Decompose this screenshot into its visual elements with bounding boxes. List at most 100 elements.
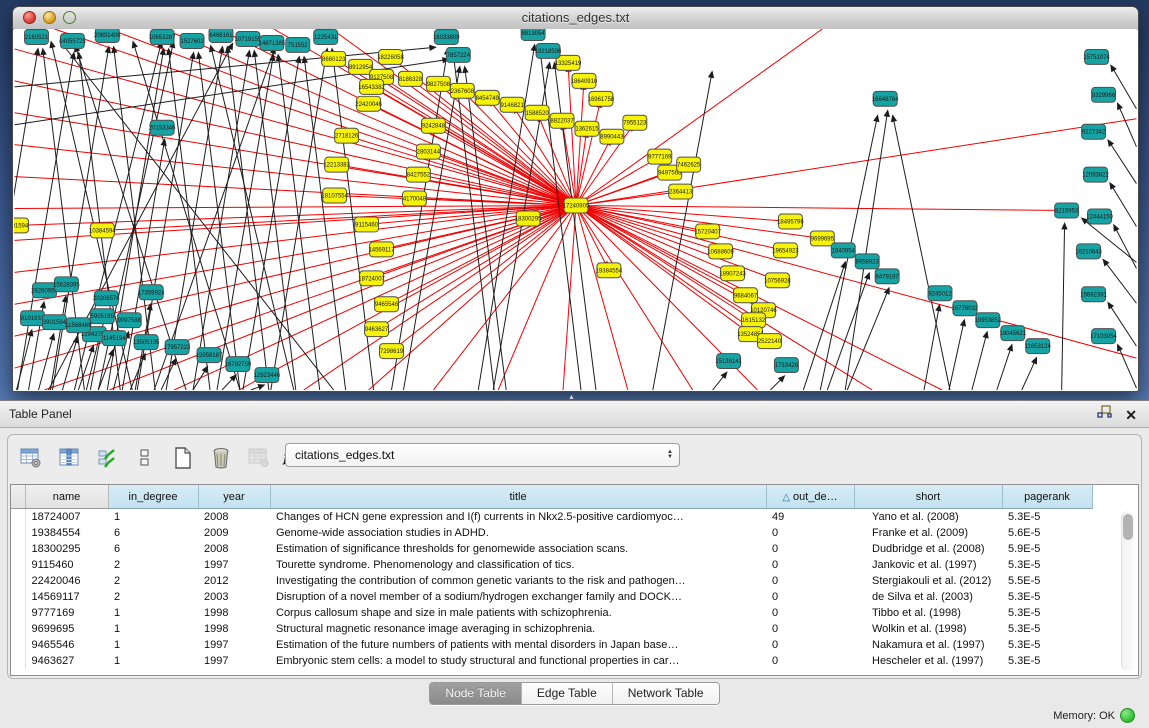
cell-in_degree[interactable]: 1	[108, 621, 198, 637]
column-header-year[interactable]: year	[198, 485, 270, 509]
tab-edge-table[interactable]: Edge Table	[522, 683, 613, 704]
table-scrollbar-thumb[interactable]	[1123, 514, 1133, 540]
cell-name[interactable]: 22420046	[25, 573, 108, 589]
table-row[interactable]: 1830029562008Estimation of significance …	[11, 541, 1092, 557]
cell-in_degree[interactable]: 6	[108, 541, 198, 557]
cell-name[interactable]: 9777169	[25, 605, 108, 621]
cell-name[interactable]: 9463627	[25, 653, 108, 669]
clear-selection-icon[interactable]	[132, 445, 158, 471]
cell-title[interactable]: Estimation of significance thresholds fo…	[270, 541, 766, 557]
cell-in_degree[interactable]: 2	[108, 573, 198, 589]
close-panel-icon[interactable]: ✕	[1125, 407, 1137, 423]
cell-short[interactable]: Tibbo et al. (1998)	[854, 605, 1002, 621]
cell-in_degree[interactable]: 1	[108, 605, 198, 621]
cell-short[interactable]: de Silva et al. (2003)	[854, 589, 1002, 605]
column-header-out_degree[interactable]: △out_de…	[766, 485, 854, 509]
table-row[interactable]: 2242004622012Investigating the contribut…	[11, 573, 1092, 589]
tab-node-table[interactable]: Node Table	[430, 683, 522, 704]
table-row[interactable]: 946554611997Estimation of the future num…	[11, 637, 1092, 653]
cell-short[interactable]: Wolkin et al. (1998)	[854, 621, 1002, 637]
column-header-name[interactable]: name	[25, 485, 108, 509]
cell-short[interactable]: Yano et al. (2008)	[854, 509, 1002, 526]
table-row[interactable]: 1938455462009Genome-wide association stu…	[11, 525, 1092, 541]
cell-pagerank[interactable]: 5.3E-5	[1002, 589, 1092, 605]
cell-out_degree[interactable]: 0	[766, 605, 854, 621]
cell-in_degree[interactable]: 1	[108, 509, 198, 526]
cell-year[interactable]: 2008	[198, 509, 270, 526]
cell-title[interactable]: Investigating the contribution of common…	[270, 573, 766, 589]
delete-entries-icon[interactable]	[208, 445, 234, 471]
cell-short[interactable]: Franke et al. (2009)	[854, 525, 1002, 541]
cell-year[interactable]: 2012	[198, 573, 270, 589]
cell-pagerank[interactable]: 5.3E-5	[1002, 653, 1092, 669]
cell-title[interactable]: Genome-wide association studies in ADHD.	[270, 525, 766, 541]
cell-title[interactable]: Tourette syndrome. Phenomenology and cla…	[270, 557, 766, 573]
table-row[interactable]: 977716911998Corpus callosum shape and si…	[11, 605, 1092, 621]
cell-name[interactable]: 19384554	[25, 525, 108, 541]
select-all-icon[interactable]	[94, 445, 120, 471]
cell-out_degree[interactable]: 0	[766, 621, 854, 637]
memory-status-icon[interactable]	[1120, 708, 1135, 723]
cell-pagerank[interactable]: 5.6E-5	[1002, 525, 1092, 541]
network-canvas[interactable]: 8660123182260588912954912750816543382818…	[14, 29, 1137, 390]
cell-name[interactable]: 14569117	[25, 589, 108, 605]
cell-year[interactable]: 1997	[198, 653, 270, 669]
cell-year[interactable]: 2009	[198, 525, 270, 541]
column-header-title[interactable]: title	[270, 485, 766, 509]
cell-in_degree[interactable]: 2	[108, 589, 198, 605]
cell-out_degree[interactable]: 0	[766, 541, 854, 557]
tab-network-table[interactable]: Network Table	[613, 683, 719, 704]
cell-name[interactable]: 9115460	[25, 557, 108, 573]
cell-in_degree[interactable]: 1	[108, 653, 198, 669]
cell-title[interactable]: Changes of HCN gene expression and I(f) …	[270, 509, 766, 526]
new-object-icon[interactable]	[170, 445, 196, 471]
cell-out_degree[interactable]: 0	[766, 525, 854, 541]
cell-name[interactable]: 18724007	[25, 509, 108, 526]
cell-in_degree[interactable]: 6	[108, 525, 198, 541]
cell-title[interactable]: Embryonic stem cells: a model to study s…	[270, 653, 766, 669]
cell-pagerank[interactable]: 5.9E-5	[1002, 541, 1092, 557]
cell-in_degree[interactable]: 2	[108, 557, 198, 573]
cell-name[interactable]: 9699695	[25, 621, 108, 637]
cell-out_degree[interactable]: 0	[766, 589, 854, 605]
cell-name[interactable]: 18300295	[25, 541, 108, 557]
cell-title[interactable]: Corpus callosum shape and size in male p…	[270, 605, 766, 621]
cell-in_degree[interactable]: 1	[108, 637, 198, 653]
cell-pagerank[interactable]: 5.3E-5	[1002, 605, 1092, 621]
cell-year[interactable]: 1998	[198, 605, 270, 621]
table-settings-icon[interactable]	[18, 445, 44, 471]
show-columns-icon[interactable]	[56, 445, 82, 471]
table-row[interactable]: 911546021997Tourette syndrome. Phenomeno…	[11, 557, 1092, 573]
cell-pagerank[interactable]: 5.3E-5	[1002, 509, 1092, 526]
cell-year[interactable]: 1997	[198, 557, 270, 573]
cell-short[interactable]: Dudbridge et al. (2008)	[854, 541, 1002, 557]
cell-pagerank[interactable]: 5.3E-5	[1002, 557, 1092, 573]
cell-year[interactable]: 2003	[198, 589, 270, 605]
cell-pagerank[interactable]: 5.5E-5	[1002, 573, 1092, 589]
cell-out_degree[interactable]: 0	[766, 637, 854, 653]
cell-short[interactable]: Jankovic et al. (1997)	[854, 557, 1002, 573]
network-window[interactable]: citations_edges.txt 86601231822605889129…	[12, 6, 1139, 392]
column-header-pagerank[interactable]: pagerank	[1002, 485, 1092, 509]
network-window-titlebar[interactable]: citations_edges.txt	[13, 7, 1138, 30]
cell-pagerank[interactable]: 5.3E-5	[1002, 637, 1092, 653]
cell-title[interactable]: Estimation of the future numbers of pati…	[270, 637, 766, 653]
column-header-in_degree[interactable]: in_degree	[108, 485, 198, 509]
cell-pagerank[interactable]: 5.3E-5	[1002, 621, 1092, 637]
cell-out_degree[interactable]: 49	[766, 509, 854, 526]
table-row[interactable]: 969969511998Structural magnetic resonanc…	[11, 621, 1092, 637]
cell-short[interactable]: Nakamura et al. (1997)	[854, 637, 1002, 653]
cell-year[interactable]: 1997	[198, 637, 270, 653]
cell-year[interactable]: 1998	[198, 621, 270, 637]
table-selector[interactable]: citations_edges.txt ▲▼	[285, 443, 680, 467]
delete-table-icon[interactable]	[246, 445, 272, 471]
table-scrollbar[interactable]	[1121, 511, 1135, 671]
column-header-short[interactable]: short	[854, 485, 1002, 509]
cell-out_degree[interactable]: 0	[766, 573, 854, 589]
cell-short[interactable]: Hescheler et al. (1997)	[854, 653, 1002, 669]
table-row[interactable]: 1456911722003Disruption of a novel membe…	[11, 589, 1092, 605]
cell-year[interactable]: 2008	[198, 541, 270, 557]
table-row[interactable]: 1872400712008Changes of HCN gene express…	[11, 509, 1092, 526]
cell-name[interactable]: 9465546	[25, 637, 108, 653]
cell-short[interactable]: Stergiakouli et al. (2012)	[854, 573, 1002, 589]
